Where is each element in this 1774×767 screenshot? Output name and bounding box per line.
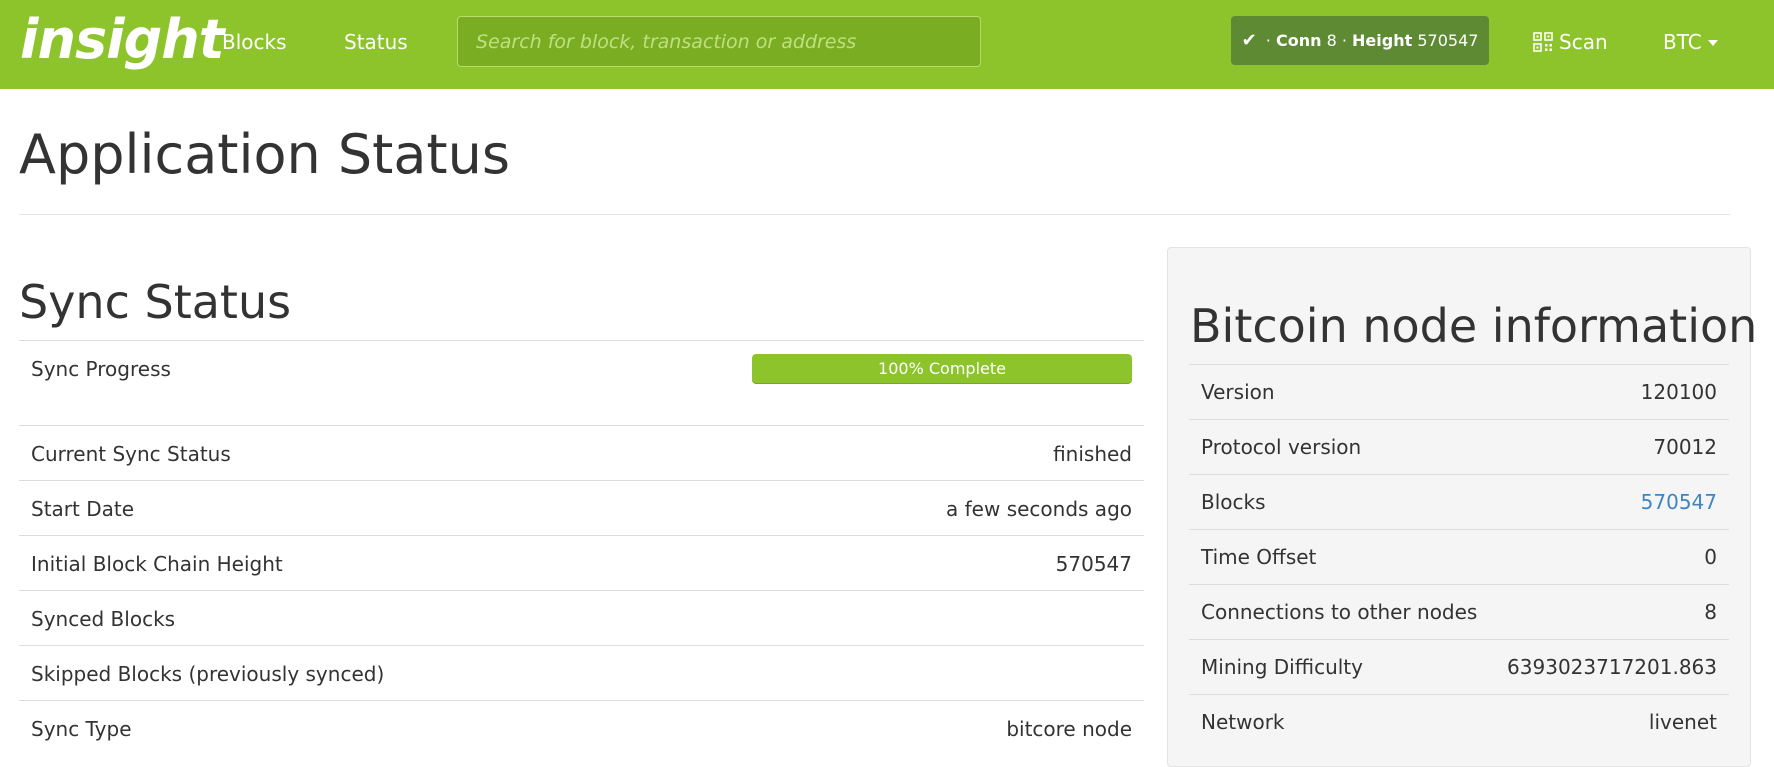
row-value: 8	[1704, 600, 1717, 624]
sync-progress-bar: 100% Complete	[752, 354, 1132, 384]
table-row: Current Sync Status finished	[19, 425, 1144, 480]
row-value: livenet	[1648, 710, 1717, 734]
sync-progress-fill: 100% Complete	[752, 354, 1132, 384]
scan-button[interactable]: Scan	[1533, 28, 1608, 56]
nav-link-status[interactable]: Status	[344, 28, 408, 56]
table-row: Initial Block Chain Height 570547	[19, 535, 1144, 590]
currency-dropdown[interactable]: BTC	[1663, 28, 1718, 56]
row-label: Time Offset	[1201, 545, 1317, 569]
blocks-link[interactable]: 570547	[1641, 490, 1717, 514]
row-value: finished	[1053, 442, 1132, 466]
sync-status-table: Sync Progress 100% Complete Current Sync…	[19, 340, 1144, 755]
nav-link-blocks[interactable]: Blocks	[222, 28, 287, 56]
table-row: Blocks 570547	[1189, 474, 1729, 529]
row-label: Connections to other nodes	[1201, 600, 1478, 624]
row-label: Synced Blocks	[31, 607, 176, 631]
sync-progress-label: Sync Progress	[31, 357, 171, 381]
row-label: Initial Block Chain Height	[31, 552, 283, 576]
row-value: 6393023717201.863	[1507, 655, 1717, 679]
table-row: Connections to other nodes 8	[1189, 584, 1729, 639]
row-label: Network	[1201, 710, 1285, 734]
top-navbar: insight Blocks Status ✔ · Conn 8 · Heigh…	[0, 0, 1774, 89]
divider	[19, 214, 1730, 215]
row-label: Start Date	[31, 497, 135, 521]
sync-status-heading: Sync Status	[19, 275, 292, 329]
conn-value: 8	[1326, 31, 1337, 50]
row-value: 70012	[1653, 435, 1717, 459]
qr-code-icon	[1533, 32, 1553, 52]
conn-label: Conn	[1275, 31, 1322, 50]
insight-logo[interactable]: insight	[20, 8, 225, 72]
table-row: Sync Progress 100% Complete	[19, 340, 1144, 425]
row-label: Mining Difficulty	[1201, 655, 1363, 679]
currency-label: BTC	[1663, 30, 1702, 54]
height-label: Height	[1352, 31, 1413, 50]
table-row: Protocol version 70012	[1189, 419, 1729, 474]
row-label: Current Sync Status	[31, 442, 231, 466]
height-value: 570547	[1417, 31, 1479, 50]
table-row: Start Date a few seconds ago	[19, 480, 1144, 535]
connection-status-badge: ✔ · Conn 8 · Height 570547	[1231, 16, 1489, 65]
row-label: Protocol version	[1201, 435, 1362, 459]
row-value: bitcore node	[1006, 717, 1132, 741]
node-info-table: Version 120100 Protocol version 70012 Bl…	[1189, 364, 1729, 749]
node-info-heading: Bitcoin node information	[1190, 299, 1758, 353]
row-label: Skipped Blocks (previously synced)	[31, 662, 385, 686]
table-row: Skipped Blocks (previously synced)	[19, 645, 1144, 700]
row-value: 120100	[1640, 380, 1717, 404]
row-value: 570547	[1055, 552, 1132, 576]
search-input[interactable]	[457, 16, 981, 67]
table-row: Network livenet	[1189, 694, 1729, 749]
row-label: Sync Type	[31, 717, 132, 741]
table-row: Time Offset 0	[1189, 529, 1729, 584]
node-info-panel: Bitcoin node information Version 120100 …	[1167, 247, 1757, 767]
row-label: Version	[1201, 380, 1275, 404]
table-row: Synced Blocks	[19, 590, 1144, 645]
row-label: Blocks	[1201, 490, 1266, 514]
table-row: Mining Difficulty 6393023717201.863	[1189, 639, 1729, 694]
caret-down-icon	[1707, 40, 1718, 46]
page-title: Application Status	[19, 123, 510, 186]
row-value: a few seconds ago	[946, 497, 1132, 521]
checkmark-icon: ✔	[1241, 30, 1257, 51]
table-row: Sync Type bitcore node	[19, 700, 1144, 755]
table-row: Version 120100	[1189, 364, 1729, 419]
scan-label: Scan	[1559, 30, 1608, 54]
row-value: 0	[1704, 545, 1717, 569]
